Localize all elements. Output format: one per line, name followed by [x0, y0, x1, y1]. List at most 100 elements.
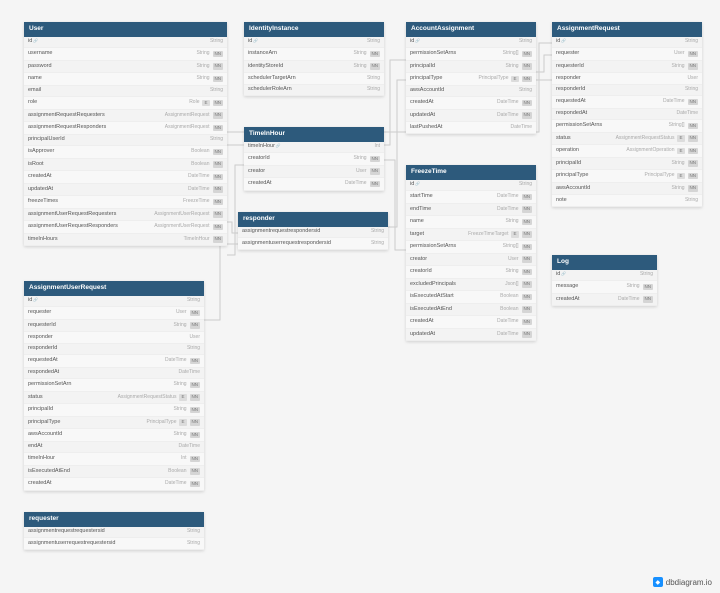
field-row: requestedAtDateTimeNN	[24, 355, 204, 368]
field-row: createdAtDateTimeNN	[552, 294, 657, 307]
field-row: responderUser	[552, 73, 702, 85]
table-Log[interactable]: LogidStringmessageStringNNcreatedAtDateT…	[552, 255, 657, 306]
field-row: creatorUserNN	[244, 166, 384, 179]
field-name: assignmentuserrequestrequestersid	[28, 541, 115, 547]
field-row: startTimeDateTimeNN	[406, 191, 536, 204]
table-AssignmentUserRequest[interactable]: AssignmentUserRequestidStringrequesterUs…	[24, 281, 204, 491]
field-type: AssignmentUserRequestNN	[154, 211, 223, 218]
field-type: DateTimeNN	[497, 194, 532, 201]
field-row: permissionSetArnsString[]NN	[552, 120, 702, 133]
field-type: UserNN	[674, 51, 698, 58]
table-header[interactable]: IdentityInstance	[244, 22, 384, 37]
field-type: StringNN	[173, 382, 200, 389]
table-header[interactable]: requester	[24, 512, 204, 527]
field-type: StringNN	[671, 63, 698, 70]
field-name: timeInHours	[28, 237, 58, 243]
field-type: DateTime	[179, 444, 201, 449]
field-type: StringNN	[353, 63, 380, 70]
field-name: timeInHour	[248, 144, 281, 150]
field-row: timeInHoursTimeInHourNN	[24, 234, 227, 247]
erd-canvas[interactable]: UseridStringusernameStringNNpasswordStri…	[0, 0, 720, 593]
field-row: schedulerTargetArnString	[244, 73, 384, 85]
table-header[interactable]: Log	[552, 255, 657, 270]
table-header[interactable]: responder	[238, 212, 388, 227]
field-name: assignmentrequestrespondersid	[242, 229, 320, 235]
table-IdentityInstance[interactable]: IdentityInstanceidStringinstanceArnStrin…	[244, 22, 384, 96]
field-type: StringNN	[196, 76, 223, 83]
field-name: assignmentRequestResponders	[28, 125, 106, 131]
table-requester[interactable]: requesterassignmentrequestrequestersidSt…	[24, 512, 204, 550]
field-type: DateTimeNN	[188, 186, 223, 193]
field-type: PrincipalTypeENN	[146, 419, 200, 426]
field-name: updatedAt	[28, 187, 53, 193]
field-name: endAt	[28, 444, 42, 450]
field-type: StringNN	[173, 432, 200, 439]
field-name: operation	[556, 148, 579, 154]
field-name: createdAt	[248, 181, 272, 187]
field-type: AssignmentUserRequestNN	[154, 224, 223, 231]
field-name: createdAt	[556, 297, 580, 303]
field-name: id	[28, 39, 38, 45]
field-name: id	[556, 272, 566, 278]
field-name: password	[28, 64, 52, 70]
table-header[interactable]: User	[24, 22, 227, 37]
field-name: assignmentuserrequestrespondersid	[242, 241, 331, 247]
field-row: principalIdStringNN	[24, 404, 204, 417]
field-row: targetFreezeTimeTargetENN	[406, 229, 536, 242]
table-header[interactable]: AssignmentRequest	[552, 22, 702, 37]
field-row: assignmentuserrequestrequestersidString	[24, 538, 204, 550]
table-responder[interactable]: responder assignmentrequestrespondersid St…	[238, 212, 388, 250]
field-type: StringNN	[196, 63, 223, 70]
field-row: requesterIdStringNN	[24, 320, 204, 333]
field-row: assignmentuserrequestrespondersid String	[238, 238, 388, 250]
table-header[interactable]: AccountAssignment	[406, 22, 536, 37]
field-type: FreezeTimeNN	[183, 199, 223, 206]
table-header[interactable]: AssignmentUserRequest	[24, 281, 204, 296]
field-name: instanceArn	[248, 51, 277, 57]
field-row: endTimeDateTimeNN	[406, 204, 536, 217]
field-row: assignmentUserRequestRespondersAssignmen…	[24, 221, 227, 234]
field-type: String	[685, 87, 698, 92]
field-name: endTime	[410, 207, 431, 213]
table-AssignmentRequest[interactable]: AssignmentRequestidStringrequesterUserNN…	[552, 22, 702, 207]
table-FreezeTime[interactable]: FreezeTimeidStringstartTimeDateTimeNNend…	[406, 165, 536, 341]
table-header[interactable]: FreezeTime	[406, 165, 536, 180]
field-row: creatorIdStringNN	[244, 153, 384, 166]
field-type: String	[519, 88, 532, 93]
field-type: String	[187, 298, 200, 303]
field-name: creatorId	[410, 269, 432, 275]
field-type: String	[519, 39, 532, 44]
table-User[interactable]: UseridStringusernameStringNNpasswordStri…	[24, 22, 227, 246]
field-name: username	[28, 51, 52, 57]
field-type: AssignmentOperationENN	[626, 148, 698, 155]
field-type: DateTimeNN	[165, 481, 200, 488]
field-type: String	[371, 241, 384, 246]
field-row: creatorUserNN	[406, 254, 536, 267]
field-name: isExecutedAtEnd	[410, 307, 452, 313]
field-name: id	[410, 182, 420, 188]
field-row: respondedAtDateTime	[24, 368, 204, 380]
field-name: isExecutedAtStart	[410, 294, 454, 300]
field-name: createdAt	[410, 100, 434, 106]
field-type: DateTimeNN	[497, 100, 532, 107]
field-name: permissionSetArns	[410, 244, 456, 250]
table-AccountAssignment[interactable]: AccountAssignmentidStringpermissionSetAr…	[406, 22, 536, 134]
table-header[interactable]: TimeInHour	[244, 127, 384, 142]
field-row: usernameStringNN	[24, 48, 227, 61]
field-name: freezeTimes	[28, 199, 58, 205]
field-row: principalUserIdString	[24, 135, 227, 147]
field-row: responderUser	[24, 332, 204, 344]
field-name: id	[556, 39, 566, 45]
field-name: isExecutedAtEnd	[28, 469, 70, 475]
field-name: principalType	[410, 76, 442, 82]
field-type: DateTime	[179, 370, 201, 375]
field-name: requesterId	[556, 64, 584, 70]
field-row: updatedAt DateTimeNN	[24, 184, 227, 197]
field-row: requestedAtDateTimeNN	[552, 96, 702, 109]
field-row: isExecutedAtEndBooleanNN	[24, 466, 204, 479]
field-row: password StringNN	[24, 61, 227, 74]
field-type: StringNN	[505, 63, 532, 70]
field-name: permissionSetArn	[28, 382, 71, 388]
field-name: timeInHour	[28, 456, 55, 462]
table-TimeInHour[interactable]: TimeInHourtimeInHourIntcreatorIdStringNN…	[244, 127, 384, 191]
